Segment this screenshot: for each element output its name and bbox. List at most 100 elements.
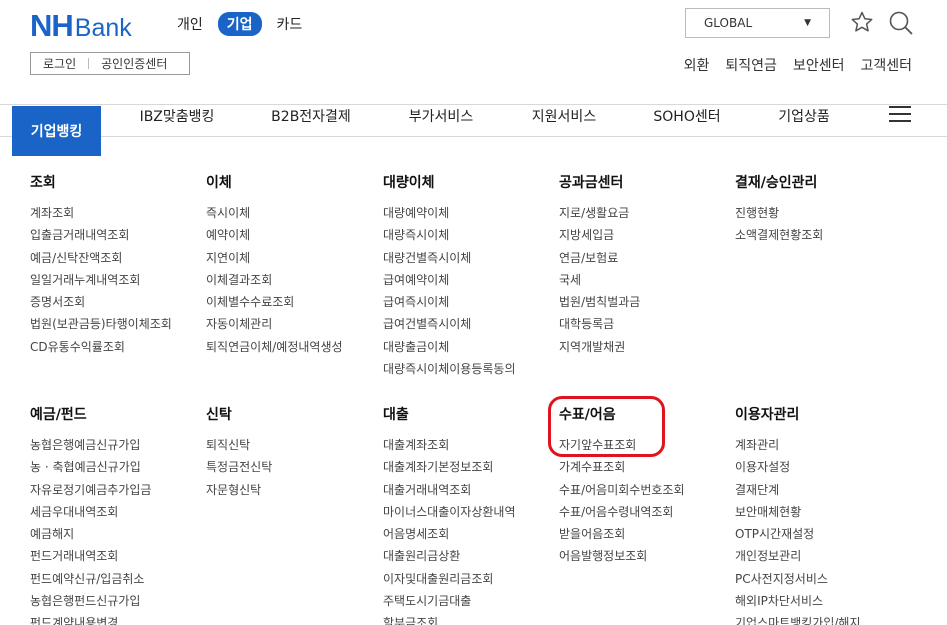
nh-bank-logo[interactable]: NH Bank	[30, 8, 132, 44]
menu-item[interactable]: PC사전지정서비스	[735, 568, 860, 590]
menu-item[interactable]: 퇴직신탁	[206, 434, 272, 456]
menu-item[interactable]: 급여예약이체	[383, 269, 515, 291]
menu-column-bulk: 대량이체대량예약이체 대량즉시이체 대량건별즉시이체 급여예약이체 급여즉시이체 급여건별…	[383, 172, 515, 380]
menu-item[interactable]: 결재단계	[735, 479, 860, 501]
menu-item[interactable]: OTP시간재설정	[735, 523, 860, 545]
menu-title-deposit[interactable]: 예금/펀드	[30, 404, 151, 424]
util-link-security[interactable]: 보안센터	[793, 55, 845, 75]
menu-item[interactable]: 특정금전신탁	[206, 456, 272, 478]
menu-item[interactable]: 농협은행펀드신규가입	[30, 590, 151, 612]
login-link[interactable]: 로그인	[31, 55, 88, 72]
menu-item[interactable]: 대출계좌기본정보조회	[383, 456, 515, 478]
menu-item[interactable]: 자기앞수표조회	[559, 434, 684, 456]
menu-item[interactable]: 급여건별즉시이체	[383, 313, 515, 335]
menu-item[interactable]: 펀드계약내용변경	[30, 612, 151, 625]
menu-title-check[interactable]: 수표/어음	[559, 404, 684, 424]
menu-item[interactable]: 세금우대내역조회	[30, 501, 151, 523]
gnb-business-banking[interactable]: 기업뱅킹	[12, 106, 101, 156]
menu-title-inquiry[interactable]: 조회	[30, 172, 172, 192]
menu-item[interactable]: 대학등록금	[559, 313, 640, 335]
menu-item[interactable]: 주택도시기금대출	[383, 590, 515, 612]
menu-item[interactable]: 대량건별즉시이체	[383, 247, 515, 269]
menu-item[interactable]: 계좌관리	[735, 434, 860, 456]
menu-item[interactable]: 수표/어음미회수번호조회	[559, 479, 684, 501]
global-select[interactable]: GLOBAL ▼	[685, 8, 830, 38]
menu-item[interactable]: 보안매체현황	[735, 501, 860, 523]
menu-title-admin[interactable]: 이용자관리	[735, 404, 860, 424]
menu-item[interactable]: 법원/범칙벌과금	[559, 291, 640, 313]
menu-item[interactable]: 계좌조회	[30, 202, 172, 224]
menu-item[interactable]: 할부금조회	[383, 612, 515, 625]
menu-item[interactable]: 자동이체관리	[206, 313, 343, 335]
menu-item[interactable]: 소액결제현황조회	[735, 224, 823, 246]
menu-item[interactable]: 농협은행예금신규가입	[30, 434, 151, 456]
menu-title-trust[interactable]: 신탁	[206, 404, 272, 424]
menu-item[interactable]: 국세	[559, 269, 640, 291]
menu-item[interactable]: 지연이체	[206, 247, 343, 269]
menu-item[interactable]: 즉시이체	[206, 202, 343, 224]
segment-business[interactable]: 기업	[217, 12, 262, 36]
menu-item[interactable]: 마이너스대출이자상환내역	[383, 501, 515, 523]
menu-item[interactable]: 이체결과조회	[206, 269, 343, 291]
hamburger-menu-icon[interactable]	[889, 106, 911, 122]
menu-item[interactable]: 받을어음조회	[559, 523, 684, 545]
util-link-customer[interactable]: 고객센터	[860, 55, 912, 75]
gnb-additional[interactable]: 부가서비스	[409, 106, 473, 125]
menu-item[interactable]: 예약이체	[206, 224, 343, 246]
menu-item[interactable]: 증명서조회	[30, 291, 172, 313]
menu-item[interactable]: 진행현황	[735, 202, 823, 224]
menu-item[interactable]: 예금해지	[30, 523, 151, 545]
menu-item[interactable]: 가계수표조회	[559, 456, 684, 478]
gnb-divider	[0, 136, 947, 137]
menu-item[interactable]: 급여즉시이체	[383, 291, 515, 313]
menu-item[interactable]: 대출원리금상환	[383, 545, 515, 567]
menu-item[interactable]: 대출계좌조회	[383, 434, 515, 456]
menu-item[interactable]: 어음발행정보조회	[559, 545, 684, 567]
menu-item[interactable]: 대량즉시이체	[383, 224, 515, 246]
menu-item[interactable]: 예금/신탁잔액조회	[30, 247, 172, 269]
gnb-b2b[interactable]: B2B전자결제	[271, 106, 351, 125]
menu-item[interactable]: 지방세입금	[559, 224, 640, 246]
menu-item[interactable]: 농 · 축협예금신규가입	[30, 456, 151, 478]
gnb-soho[interactable]: SOHO센터	[653, 106, 720, 125]
star-icon[interactable]	[850, 10, 874, 38]
gnb-ibz[interactable]: IBZ맞춤뱅킹	[140, 106, 215, 125]
menu-item[interactable]: 이용자설정	[735, 456, 860, 478]
gnb-products[interactable]: 기업상품	[778, 106, 830, 125]
menu-item[interactable]: 입출금거래내역조회	[30, 224, 172, 246]
cert-center-link[interactable]: 공인인증센터	[89, 55, 179, 72]
util-link-forex[interactable]: 외환	[684, 55, 710, 75]
menu-item[interactable]: 기업스마트뱅킹가입/해지	[735, 612, 860, 625]
menu-item[interactable]: 이체별수수료조회	[206, 291, 343, 313]
segment-personal[interactable]: 개인	[168, 12, 212, 36]
menu-item[interactable]: 펀드예약신규/입금취소	[30, 568, 151, 590]
segment-card[interactable]: 카드	[268, 12, 312, 36]
menu-item[interactable]: 대량예약이체	[383, 202, 515, 224]
search-icon[interactable]	[888, 10, 914, 40]
util-link-pension[interactable]: 퇴직연금	[725, 55, 777, 75]
menu-item[interactable]: 대량출금이체	[383, 336, 515, 358]
menu-item[interactable]: 지로/생활요금	[559, 202, 640, 224]
menu-item[interactable]: 개인정보관리	[735, 545, 860, 567]
menu-item[interactable]: 수표/어음수령내역조회	[559, 501, 684, 523]
menu-item[interactable]: 자유로정기예금추가입금	[30, 479, 151, 501]
menu-title-approval[interactable]: 결재/승인관리	[735, 172, 823, 192]
menu-item[interactable]: 펀드거래내역조회	[30, 545, 151, 567]
menu-title-utility[interactable]: 공과금센터	[559, 172, 640, 192]
menu-item[interactable]: 일일거래누계내역조회	[30, 269, 172, 291]
menu-item[interactable]: 대량즉시이체이용등록동의	[383, 358, 515, 380]
menu-item[interactable]: 자문형신탁	[206, 479, 272, 501]
menu-item[interactable]: 연금/보험료	[559, 247, 640, 269]
menu-item[interactable]: 지역개발채권	[559, 336, 640, 358]
menu-item[interactable]: 이자및대출원리금조회	[383, 568, 515, 590]
menu-item[interactable]: 해외IP차단서비스	[735, 590, 860, 612]
menu-title-loan[interactable]: 대출	[383, 404, 515, 424]
menu-item[interactable]: 법원(보관금등)타행이체조회	[30, 313, 172, 335]
gnb-support[interactable]: 지원서비스	[532, 106, 596, 125]
menu-title-bulk[interactable]: 대량이체	[383, 172, 515, 192]
menu-item[interactable]: 어음명세조회	[383, 523, 515, 545]
menu-item[interactable]: 퇴직연금이체/예정내역생성	[206, 336, 343, 358]
menu-item[interactable]: CD유통수익률조회	[30, 336, 172, 358]
menu-title-transfer[interactable]: 이체	[206, 172, 343, 192]
menu-item[interactable]: 대출거래내역조회	[383, 479, 515, 501]
